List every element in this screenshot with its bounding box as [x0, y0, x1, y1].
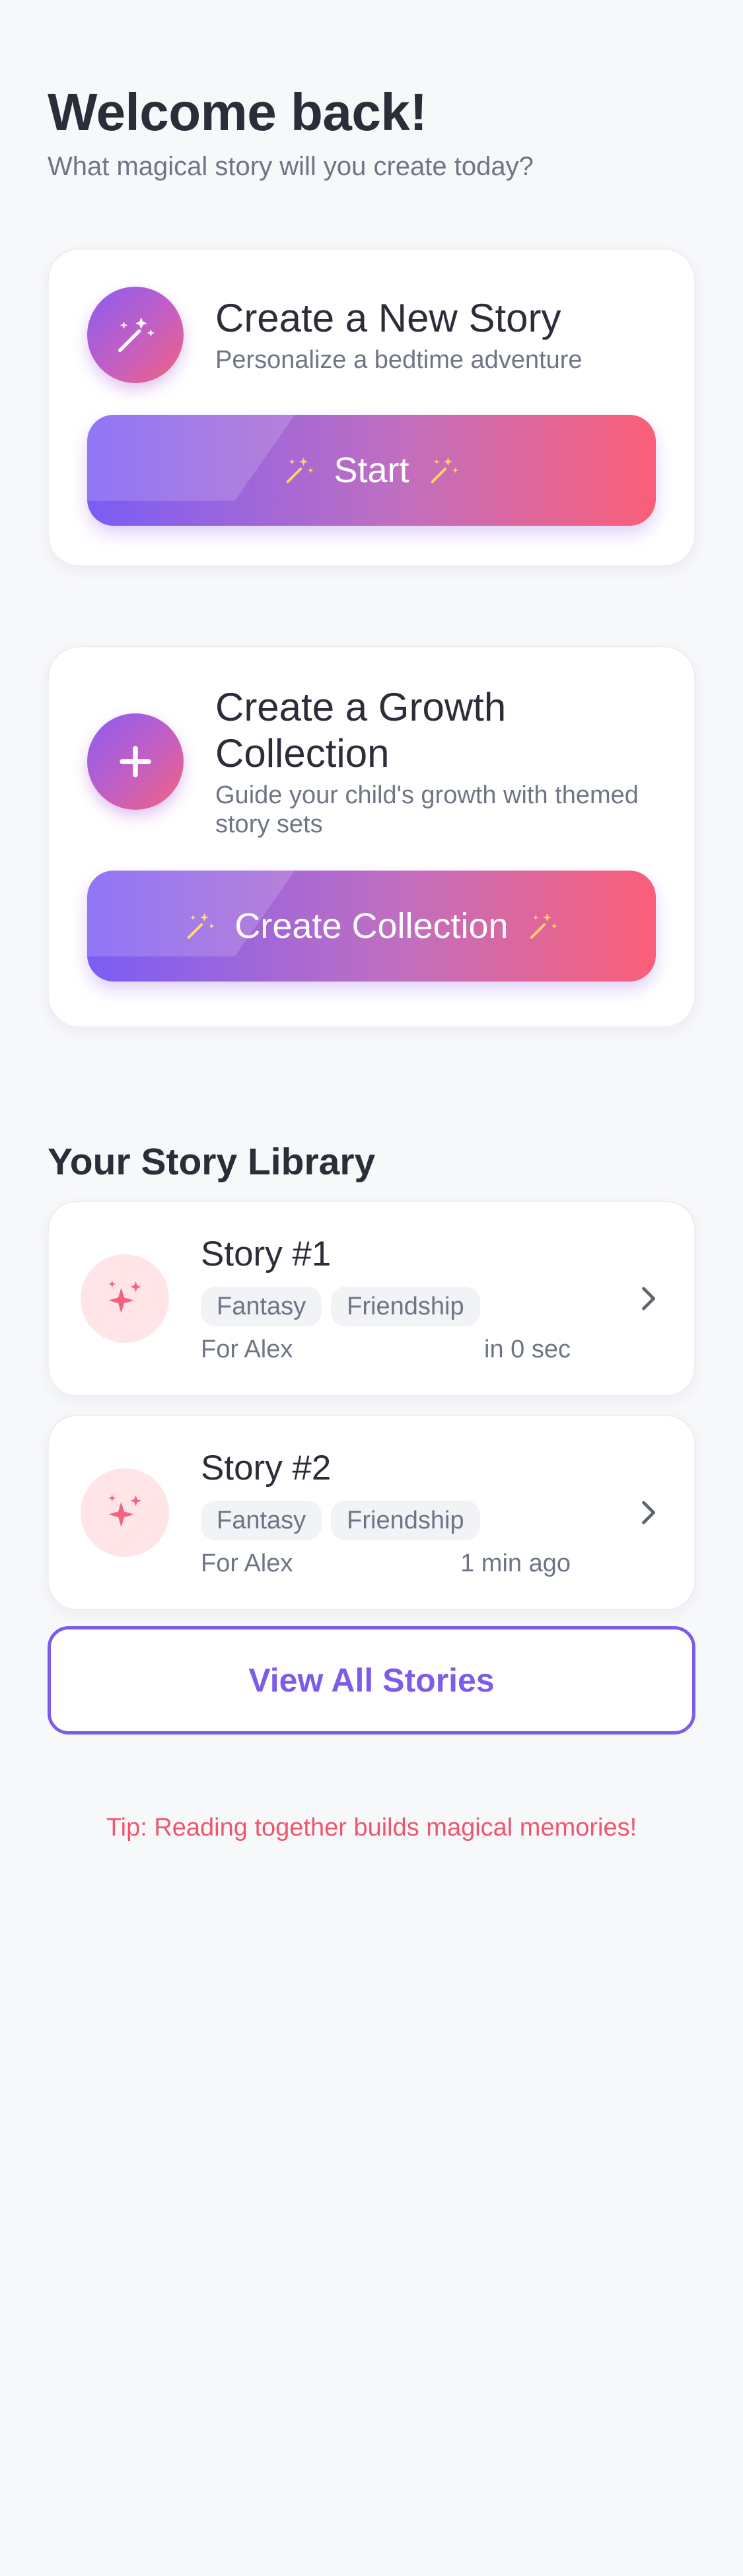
magic-wand-icon	[282, 453, 316, 487]
story-recipient: For Alex	[201, 1335, 293, 1363]
create-story-card: Create a New Story Personalize a bedtime…	[48, 248, 695, 567]
magic-wand-icon	[526, 909, 560, 943]
sparkles-icon	[81, 1254, 169, 1343]
magic-wand-icon	[87, 287, 184, 383]
story-timestamp: in 0 sec	[484, 1335, 571, 1363]
view-all-stories-button[interactable]: View All Stories	[48, 1626, 695, 1735]
growth-collection-header: Create a Growth Collection Guide your ch…	[87, 684, 656, 839]
growth-collection-title: Create a Growth Collection	[215, 685, 507, 775]
tag-badge: Fantasy	[201, 1286, 322, 1326]
create-collection-button[interactable]: Create Collection	[87, 871, 656, 982]
tag-badge: Friendship	[331, 1500, 480, 1540]
create-story-header: Create a New Story Personalize a bedtime…	[87, 287, 656, 383]
story-title: Story #1	[201, 1234, 332, 1273]
sparkles-icon	[81, 1468, 169, 1557]
start-button[interactable]: Start	[87, 415, 656, 526]
library-title: Your Story Library	[48, 1141, 376, 1183]
start-button-label: Start	[334, 450, 409, 490]
create-collection-button-label: Create Collection	[234, 906, 509, 946]
tag-badge: Fantasy	[201, 1500, 322, 1540]
create-story-title: Create a New Story	[215, 296, 561, 340]
story-tags: Fantasy Friendship	[201, 1500, 571, 1540]
story-timestamp: 1 min ago	[460, 1549, 571, 1577]
tag-badge: Friendship	[331, 1286, 480, 1326]
story-card[interactable]: Story #1 Fantasy Friendship For Alex in …	[48, 1201, 695, 1396]
story-title: Story #2	[201, 1448, 332, 1487]
tip-text: Tip: Reading together builds magical mem…	[106, 1814, 637, 1842]
home-screen: Welcome back! What magical story will yo…	[0, 0, 743, 2576]
page-title: Welcome back!	[48, 83, 427, 141]
plus-icon	[87, 713, 184, 810]
chevron-right-icon	[631, 1495, 665, 1533]
create-story-description: Personalize a bedtime adventure	[215, 346, 583, 374]
story-card[interactable]: Story #2 Fantasy Friendship For Alex 1 m…	[48, 1415, 695, 1610]
chevron-right-icon	[631, 1281, 665, 1319]
growth-collection-card: Create a Growth Collection Guide your ch…	[48, 646, 695, 1028]
story-recipient: For Alex	[201, 1549, 293, 1577]
page-subtitle: What magical story will you create today…	[48, 152, 534, 181]
story-tags: Fantasy Friendship	[201, 1286, 571, 1326]
magic-wand-icon	[427, 453, 461, 487]
growth-collection-description: Guide your child's growth with themed st…	[215, 781, 639, 838]
magic-wand-icon	[183, 909, 217, 943]
